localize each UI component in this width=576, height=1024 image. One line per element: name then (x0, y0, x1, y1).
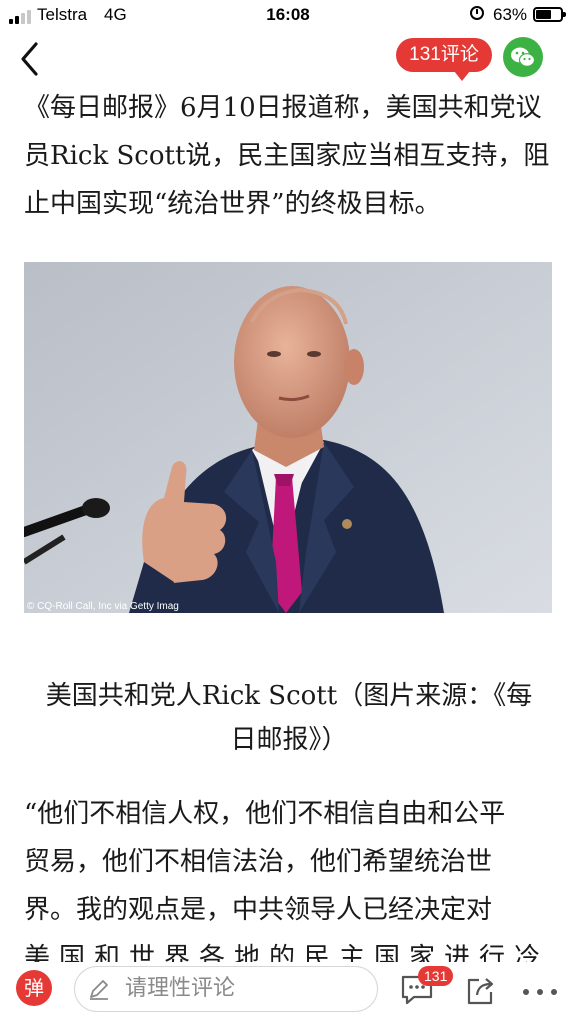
photo-caption: 美国共和党人Rick Scott（图片来源：《每 日邮报》） (24, 674, 554, 762)
wechat-icon (511, 47, 536, 67)
comment-placeholder: 请理性评论 (125, 976, 236, 1001)
article-photo[interactable]: © CQ-Roll Call, Inc via Getty Imag (24, 262, 552, 613)
caption-line: 日邮报》） (230, 725, 348, 755)
paragraph-line: 贸易，他们不相信法治，他们希望统治世 (24, 847, 493, 877)
wechat-share-button[interactable] (503, 37, 543, 77)
bottom-toolbar: 弹 请理性评论 131 (0, 962, 576, 1024)
caption-line: 美国共和党人Rick Scott（图片来源：《每 (45, 681, 533, 711)
clock-time: 16:08 (266, 5, 310, 24)
portrait-photo (24, 262, 552, 613)
battery-icon (533, 7, 566, 22)
article-paragraph: “他们不相信人权，他们不相信自由和公平 贸易，他们不相信法治，他们希望统治世 界… (24, 790, 554, 982)
back-arrow-icon (21, 42, 38, 76)
comment-count-badge: 131 (418, 966, 454, 986)
pencil-icon (90, 980, 108, 1000)
share-icon[interactable] (465, 976, 495, 1006)
comment-input[interactable]: 请理性评论 (74, 966, 378, 1012)
alarm-icon (470, 6, 484, 20)
article-paragraph: 《每日邮报》6月10日报道称，美国共和党议员Rick Scott说，民主国家应当… (24, 93, 550, 219)
paragraph-line: “他们不相信人权，他们不相信自由和公平 (24, 799, 506, 829)
battery-percent: 63% (493, 5, 528, 24)
paragraph-line: 界。我的观点是，中共领导人已经决定对 (24, 895, 493, 925)
more-icon[interactable] (522, 988, 558, 996)
status-bar: Telstra 4G 16:08 63% (0, 0, 576, 30)
photo-credit: © CQ-Roll Call, Inc via Getty Imag (27, 601, 179, 612)
danmu-button[interactable]: 弹 (16, 970, 52, 1006)
comments-button[interactable]: 131评论 (396, 38, 492, 81)
back-button[interactable] (14, 38, 54, 78)
